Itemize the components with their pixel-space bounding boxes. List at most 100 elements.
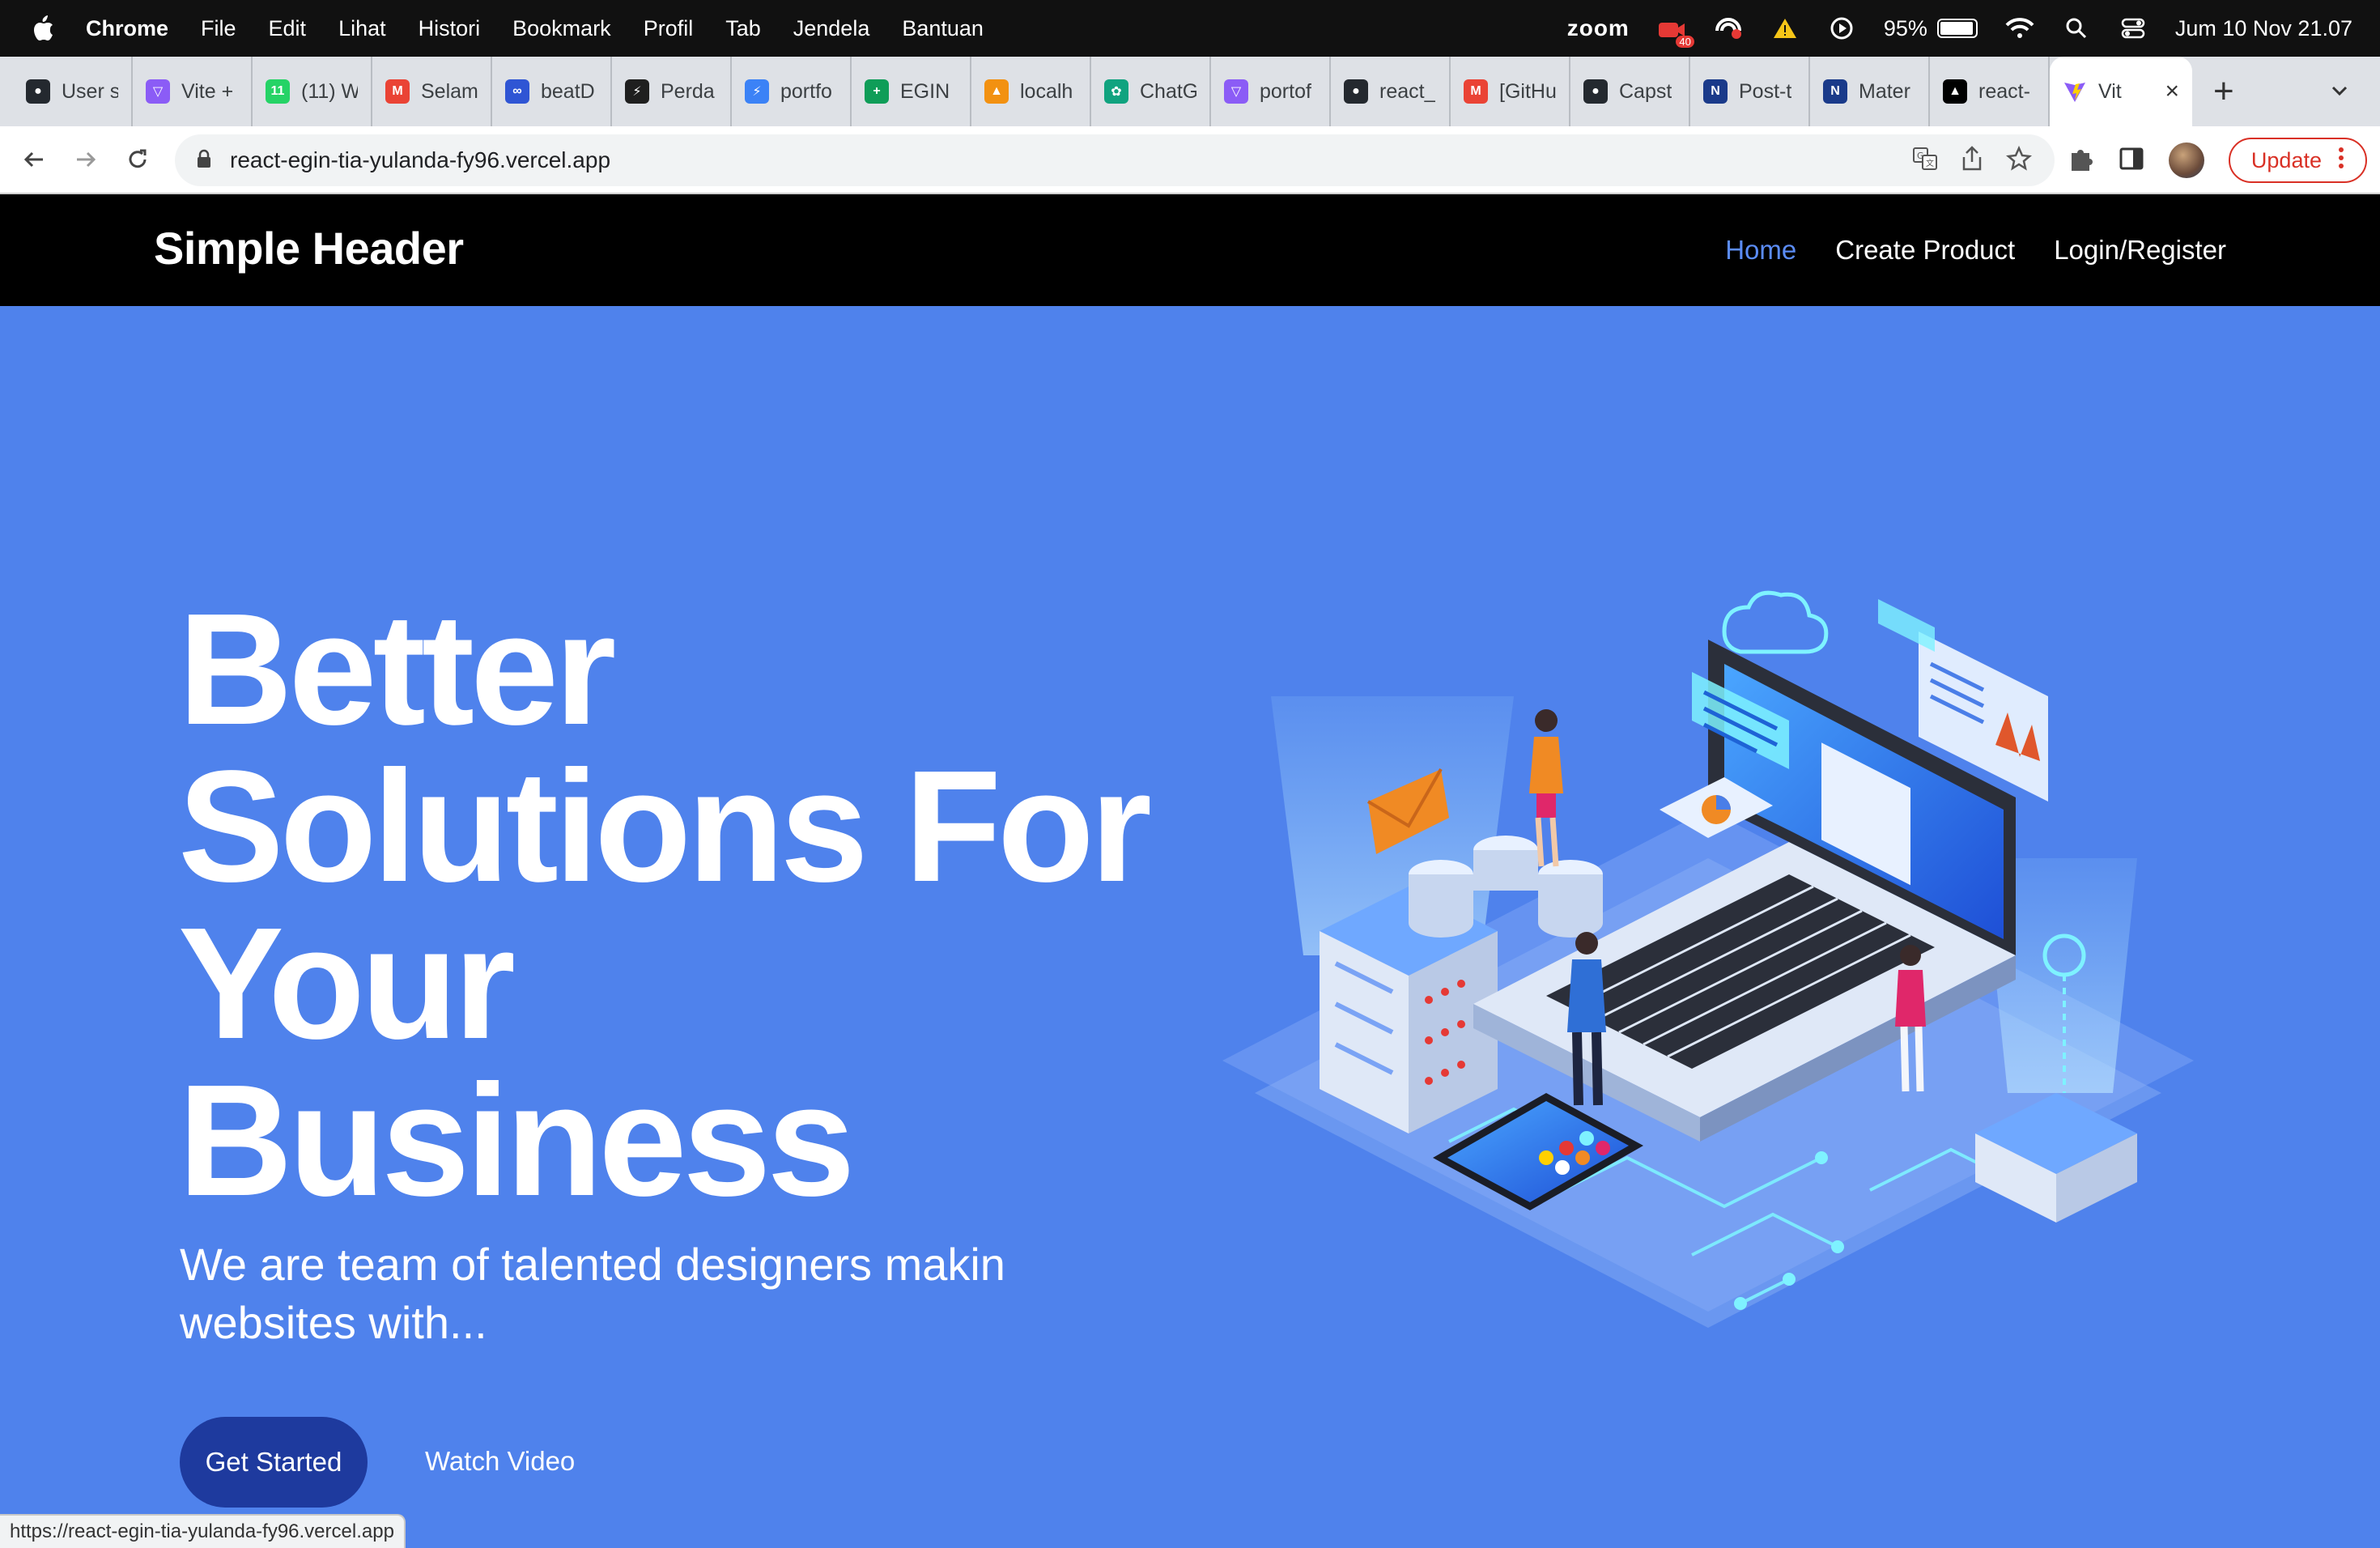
- tab-title: Selam: [421, 79, 478, 103]
- menu-file[interactable]: File: [201, 16, 236, 41]
- hero-subtitle-line: websites with...: [180, 1297, 487, 1348]
- menu-help[interactable]: Bantuan: [902, 16, 984, 41]
- tab-title: Mater: [1859, 79, 1910, 103]
- menu-tab[interactable]: Tab: [725, 16, 761, 41]
- new-tab-button[interactable]: +: [2213, 71, 2234, 112]
- tab-15[interactable]: N Mater: [1810, 57, 1930, 126]
- zoom-status[interactable]: zoom: [1567, 15, 1630, 41]
- github-icon: ●: [26, 79, 50, 104]
- address-bar[interactable]: react-egin-tia-yulanda-fy96.vercel.app G…: [175, 134, 2055, 186]
- macos-menu-bar: Chrome File Edit Lihat Histori Bookmark …: [0, 0, 2380, 57]
- whatsapp-icon: 11: [266, 79, 290, 104]
- tab-12[interactable]: M [GitHu: [1451, 57, 1570, 126]
- url-text[interactable]: react-egin-tia-yulanda-fy96.vercel.app: [230, 147, 610, 173]
- nav-create-product[interactable]: Create Product: [1835, 235, 2015, 266]
- camera-notification-icon[interactable]: 40: [1657, 14, 1694, 48]
- menu-view[interactable]: Lihat: [338, 16, 386, 41]
- site-brand[interactable]: Simple Header: [154, 222, 464, 274]
- sheets-icon: +: [865, 79, 889, 104]
- profile-avatar[interactable]: [2168, 142, 2204, 178]
- hero-title-line: Your: [178, 895, 516, 1072]
- tab-7[interactable]: + EGIN: [852, 57, 971, 126]
- get-started-button[interactable]: Get Started: [180, 1417, 368, 1508]
- menu-app-name[interactable]: Chrome: [86, 16, 168, 41]
- more-options-icon[interactable]: [2338, 146, 2344, 176]
- svg-text:文: 文: [1926, 158, 1934, 168]
- notification-badge: 40: [1676, 36, 1694, 48]
- gmail-icon: M: [385, 79, 410, 104]
- onenote-icon: N: [1703, 79, 1728, 104]
- menu-edit[interactable]: Edit: [269, 16, 307, 41]
- tab-14[interactable]: N Post-t: [1690, 57, 1810, 126]
- battery-percentage: 95%: [1883, 15, 1927, 40]
- menu-profile[interactable]: Profil: [644, 16, 694, 41]
- tab-search-chevron-icon[interactable]: [2323, 74, 2356, 107]
- tab-title: react_: [1379, 79, 1436, 103]
- battery-icon: [1936, 19, 1978, 38]
- tab-title: Vit: [2098, 79, 2122, 103]
- battery-status[interactable]: 95%: [1884, 16, 1978, 41]
- nav-login-register[interactable]: Login/Register: [2054, 235, 2226, 266]
- beatd-icon: ∞: [505, 79, 529, 104]
- menu-window[interactable]: Jendela: [793, 16, 870, 41]
- tab-0[interactable]: ● User s: [13, 57, 133, 126]
- status-bar-url: https://react-egin-tia-yulanda-fy96.verc…: [0, 1514, 406, 1548]
- tab-8[interactable]: ▲ localh: [971, 57, 1091, 126]
- watch-video-link[interactable]: Watch Video: [425, 1446, 575, 1477]
- tab-title: Perda: [661, 79, 715, 103]
- reload-button[interactable]: [120, 142, 155, 177]
- nav-home[interactable]: Home: [1725, 235, 1796, 266]
- play-circle-icon[interactable]: [1827, 14, 1856, 43]
- tab-title: localh: [1020, 79, 1073, 103]
- hero-subtitle: We are team of talented designers makin …: [180, 1235, 1103, 1352]
- gmail-icon: M: [1464, 79, 1488, 104]
- tab-1[interactable]: ▽ Vite +: [133, 57, 253, 126]
- tab-13[interactable]: ● Capst: [1570, 57, 1690, 126]
- tab-16[interactable]: ▲ react-: [1930, 57, 2050, 126]
- menu-bookmark[interactable]: Bookmark: [512, 16, 611, 41]
- tab-3[interactable]: M Selam: [372, 57, 492, 126]
- tab-title: portfo: [780, 79, 832, 103]
- spotlight-search-icon[interactable]: [2062, 14, 2091, 43]
- tab-title: react-: [1978, 79, 2030, 103]
- vpn-status-icon[interactable]: [1714, 14, 1743, 43]
- site-header: Simple Header Home Create Product Login/…: [0, 194, 2380, 306]
- lock-icon[interactable]: [196, 149, 212, 172]
- bolt-icon: ⚡: [745, 79, 769, 104]
- vite-icon: ▽: [146, 79, 170, 104]
- site-nav: Home Create Product Login/Register: [1725, 235, 2226, 266]
- share-icon[interactable]: [1961, 145, 1983, 176]
- vite-icon: [2063, 79, 2087, 104]
- clock[interactable]: Jum 10 Nov 21.07: [2175, 16, 2352, 41]
- menu-history[interactable]: Histori: [419, 16, 481, 41]
- tab-5[interactable]: ⚡ Perda: [612, 57, 732, 126]
- tab-title: portof: [1260, 79, 1311, 103]
- update-button[interactable]: Update: [2228, 138, 2367, 183]
- apple-icon[interactable]: [31, 15, 55, 42]
- vite-icon: ▽: [1224, 79, 1248, 104]
- bookmark-star-icon[interactable]: [2006, 145, 2032, 176]
- tab-10[interactable]: ▽ portof: [1211, 57, 1331, 126]
- extensions-puzzle-icon[interactable]: [2067, 145, 2094, 176]
- control-center-icon[interactable]: [2119, 14, 2148, 43]
- forward-button[interactable]: [68, 142, 104, 177]
- close-tab-icon[interactable]: ×: [2165, 78, 2179, 105]
- tab-active[interactable]: Vit ×: [2050, 57, 2192, 126]
- tab-title: EGIN: [900, 79, 950, 103]
- github-icon: ●: [1583, 79, 1608, 104]
- vercel-icon: ▲: [1943, 79, 1967, 104]
- tab-9[interactable]: ✿ ChatG: [1091, 57, 1211, 126]
- translate-icon[interactable]: G文: [1912, 146, 1938, 176]
- tab-11[interactable]: ● react_: [1331, 57, 1451, 126]
- warning-icon[interactable]: [1770, 14, 1800, 43]
- tab-title: [GitHu: [1499, 79, 1556, 103]
- tab-2[interactable]: 11 (11) W: [253, 57, 372, 126]
- side-panel-icon[interactable]: [2119, 146, 2144, 176]
- hero-subtitle-line: We are team of talented designers makin: [180, 1239, 1005, 1290]
- tab-title: Post-t: [1739, 79, 1792, 103]
- onenote-icon: N: [1823, 79, 1847, 104]
- wifi-icon[interactable]: [2005, 14, 2034, 43]
- tab-6[interactable]: ⚡ portfo: [732, 57, 852, 126]
- back-button[interactable]: [16, 142, 52, 177]
- tab-4[interactable]: ∞ beatD: [492, 57, 612, 126]
